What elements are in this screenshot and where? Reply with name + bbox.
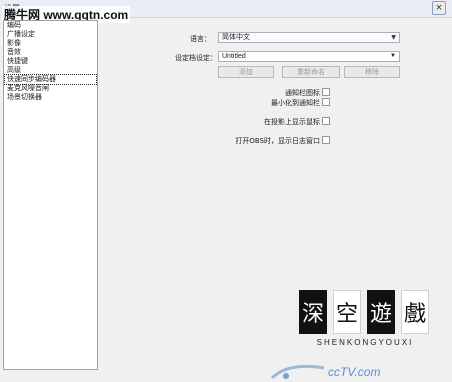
sidebar-item-advanced[interactable]: 高级 bbox=[5, 66, 96, 75]
minimize-to-tray-option[interactable]: 最小化到通知栏 bbox=[240, 97, 330, 107]
minimize-to-tray-label: 最小化到通知栏 bbox=[271, 99, 320, 107]
sidebar-item-audio[interactable]: 音效 bbox=[5, 48, 96, 57]
show-cursor-checkbox[interactable] bbox=[322, 117, 330, 125]
show-log-checkbox[interactable] bbox=[322, 136, 330, 144]
profile-value: Untitled bbox=[222, 53, 246, 60]
chevron-down-icon: ▼ bbox=[390, 53, 396, 59]
remove-profile-button[interactable]: 移除 bbox=[344, 66, 400, 78]
show-cursor-option[interactable]: 在投影上显示鼠标 bbox=[220, 116, 330, 126]
language-value: 简体中文 bbox=[222, 33, 250, 41]
tray-icon-checkbox[interactable] bbox=[322, 88, 330, 96]
sidebar-item-video[interactable]: 影像 bbox=[5, 39, 96, 48]
watermark-text: ccTV.com bbox=[328, 365, 381, 379]
sidebar-item-encoding[interactable]: 编码 bbox=[5, 21, 96, 30]
logo-glyph: 深 bbox=[299, 290, 327, 334]
logo-glyph: 空 bbox=[333, 290, 361, 334]
show-cursor-label: 在投影上显示鼠标 bbox=[264, 118, 320, 126]
logo-glyph: 戲 bbox=[401, 290, 429, 334]
show-log-label: 打开OBS时，显示日志窗口 bbox=[235, 137, 320, 145]
logo-glyph: 遊 bbox=[367, 290, 395, 334]
rename-profile-button[interactable]: 重新命名 bbox=[282, 66, 340, 78]
profile-label: 设定档设定： bbox=[175, 54, 217, 62]
shenkong-logo: 深 空 遊 戲 SHENKONGYOUXI bbox=[291, 282, 439, 354]
close-button[interactable]: × bbox=[432, 1, 446, 15]
settings-category-list[interactable]: 编码 广播设定 影像 音效 快捷键 高级 快速同步编码器 麦克风噪音闸 场景切换… bbox=[3, 20, 98, 370]
minimize-to-tray-checkbox[interactable] bbox=[322, 98, 330, 106]
logo-subtitle: SHENKONGYOUXI bbox=[316, 338, 414, 347]
settings-window: 设置 × 腾牛网 www.qqtn.com 编码 广播设定 影像 音效 快捷键 … bbox=[0, 0, 452, 382]
chevron-down-icon: ▼ bbox=[391, 34, 396, 41]
swoosh-icon bbox=[270, 364, 325, 380]
profile-select[interactable]: Untitled ▼ bbox=[218, 51, 400, 62]
language-select[interactable]: 简体中文 ▼ bbox=[218, 32, 400, 43]
sidebar-item-noise-gate[interactable]: 麦克风噪音闸 bbox=[5, 84, 96, 93]
sidebar-item-broadcast[interactable]: 广播设定 bbox=[5, 30, 96, 39]
add-profile-button[interactable]: 添加 bbox=[218, 66, 274, 78]
sidebar-item-quicksync[interactable]: 快速同步编码器 bbox=[4, 74, 97, 85]
show-log-option[interactable]: 打开OBS时，显示日志窗口 bbox=[200, 135, 330, 145]
sidebar-item-scene-switcher[interactable]: 场景切换器 bbox=[5, 93, 96, 102]
bottom-watermark: ccTV.com bbox=[268, 360, 450, 382]
language-label: 语言： bbox=[190, 35, 211, 43]
sidebar-item-hotkeys[interactable]: 快捷键 bbox=[5, 57, 96, 66]
tray-icon-option[interactable]: 通知栏图标 bbox=[240, 87, 330, 97]
